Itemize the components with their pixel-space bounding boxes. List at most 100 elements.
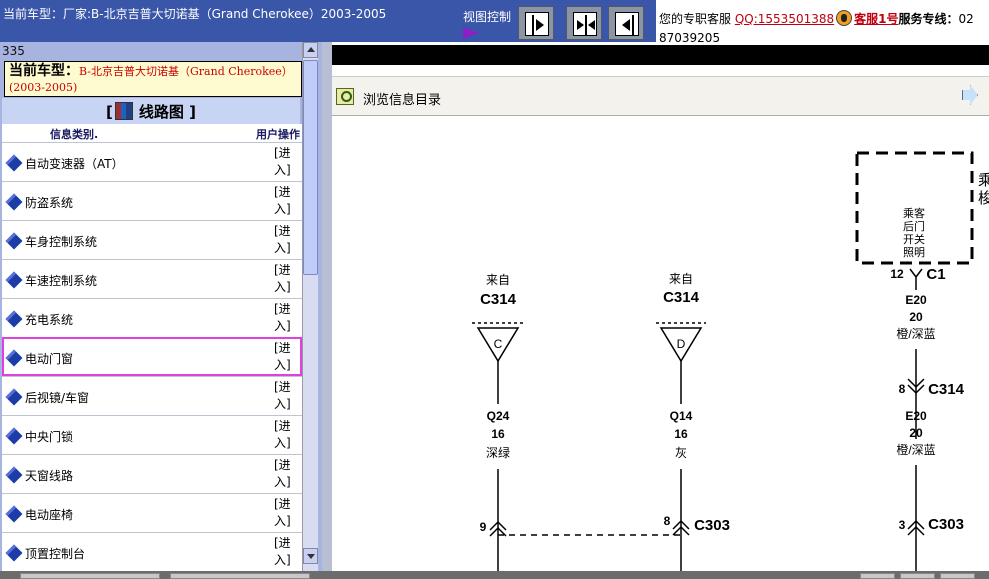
view-split-button[interactable]	[566, 6, 602, 40]
circuit-q14: Q14	[670, 409, 693, 423]
column-header-action: 用户操作	[256, 128, 300, 141]
enter-link[interactable]: [进入]	[274, 262, 294, 296]
list-item-label[interactable]: 电动门窗	[25, 350, 73, 367]
enter-link[interactable]: [进入]	[274, 535, 294, 569]
circuit-q24: Q24	[487, 409, 510, 423]
list-item[interactable]: 顶置控制台 [进入]	[2, 532, 302, 571]
list-item-label[interactable]: 电动座椅	[25, 506, 73, 523]
bullet-diamond-icon	[5, 271, 23, 289]
vertical-scrollbar[interactable]	[302, 42, 318, 579]
component-line-3: 开关	[903, 232, 925, 246]
gauge-e20-b: 20	[909, 426, 923, 440]
bullet-diamond-icon	[5, 427, 23, 445]
top-bar: 当前车型：厂家:B-北京吉普大切诺基（Grand Cherokee）2003-2…	[0, 0, 989, 45]
scroll-down-button[interactable]	[303, 548, 318, 564]
view-control: 视图控制	[460, 0, 656, 42]
connector-pin-c: C	[494, 337, 503, 351]
books-icon	[114, 102, 133, 120]
component-line-2: 后门	[903, 219, 925, 233]
section-header: [线路图 ]	[2, 98, 300, 124]
forward-arrow-icon[interactable]	[962, 85, 978, 105]
scroll-thumb[interactable]	[303, 60, 318, 275]
bullet-diamond-icon	[5, 544, 23, 562]
connector-c303-right: C303	[928, 516, 964, 533]
qq-penguin-icon[interactable]	[836, 10, 853, 26]
component-line-1: 乘客	[903, 206, 925, 220]
enter-link[interactable]: [进入]	[274, 418, 294, 452]
wire-color-q14: 灰	[675, 446, 687, 460]
list-item[interactable]: 后视镜/车窗 [进入]	[2, 376, 302, 415]
connector-c303-mid: C303	[694, 517, 730, 534]
bottom-tab-1[interactable]	[20, 573, 160, 579]
connector-pin-d: D	[677, 337, 686, 351]
list-item-label[interactable]: 天窗线路	[25, 467, 73, 484]
cavity-8: 8	[664, 514, 671, 528]
wire-color-e20-a: 橙/深蓝	[896, 326, 935, 341]
category-list: 信息类别. 用户操作 自动变速器（AT） [进入] 防盗系统 [进入] 车身控制系统 [进…	[2, 124, 302, 579]
list-item[interactable]: 中央门锁 [进入]	[2, 415, 302, 454]
right-panel: 浏览信息目录 来自 C314 C Q24 16 深绿 9 来自 C314 D Q	[332, 42, 989, 579]
list-item-label[interactable]: 车身控制系统	[25, 233, 97, 250]
list-item-label[interactable]: 后视镜/车窗	[25, 389, 89, 406]
list-item[interactable]: 电动门窗 [进入]	[2, 337, 302, 376]
list-item-label[interactable]: 自动变速器（AT）	[25, 155, 124, 172]
hotline-number: 02	[958, 12, 974, 26]
edge-text-2: 梭	[978, 189, 989, 207]
top-black-bar	[332, 45, 989, 65]
enter-link[interactable]: [进入]	[274, 496, 294, 530]
panel-splitter[interactable]	[322, 42, 332, 579]
bottom-tab-3[interactable]	[860, 573, 895, 579]
connector-c314-right: C314	[928, 381, 965, 398]
source-connector-mid: C314	[663, 289, 700, 306]
list-item[interactable]: 充电系统 [进入]	[2, 298, 302, 337]
enter-link[interactable]: [进入]	[274, 145, 294, 179]
pin-12: 12	[890, 267, 904, 281]
play-arrow-icon	[463, 27, 479, 39]
enter-link[interactable]: [进入]	[274, 223, 294, 257]
circuit-e20-a: E20	[905, 293, 927, 307]
list-item-label[interactable]: 车速控制系统	[25, 272, 97, 289]
bottom-tab-2[interactable]	[170, 573, 310, 579]
browse-directory-icon[interactable]	[336, 88, 354, 105]
circuit-e20-b: E20	[905, 409, 927, 423]
pin-8: 8	[899, 382, 906, 396]
qq-link[interactable]: QQ:1553501388	[735, 12, 834, 26]
scroll-up-button[interactable]	[303, 42, 318, 58]
bullet-diamond-icon	[5, 154, 23, 172]
enter-link[interactable]: [进入]	[274, 379, 294, 413]
list-item-label[interactable]: 防盗系统	[25, 194, 73, 211]
list-item-label[interactable]: 充电系统	[25, 311, 73, 328]
from-label-mid: 来自	[669, 272, 693, 286]
edge-text-1: 乘	[978, 172, 989, 189]
bottom-tab-5[interactable]	[940, 573, 975, 579]
enter-link[interactable]: [进入]	[274, 184, 294, 218]
contact-prefix: 您的专职客服	[659, 12, 732, 26]
current-model-label: 当前车型：	[9, 63, 79, 79]
service-link[interactable]: 客服1号	[854, 12, 898, 26]
expand-right-icon	[525, 12, 549, 36]
list-item[interactable]: 防盗系统 [进入]	[2, 181, 302, 220]
list-item[interactable]: 天窗线路 [进入]	[2, 454, 302, 493]
gauge-q14: 16	[674, 427, 688, 441]
list-header: 信息类别. 用户操作	[2, 124, 302, 142]
bullet-diamond-icon	[5, 388, 23, 406]
enter-link[interactable]: [进入]	[274, 457, 294, 491]
wiring-diagram: 来自 C314 C Q24 16 深绿 9 来自 C314 D Q14 16 灰	[332, 117, 989, 572]
enter-link[interactable]: [进入]	[274, 301, 294, 335]
bottom-status-strip	[0, 571, 989, 579]
list-item[interactable]: 电动座椅 [进入]	[2, 493, 302, 532]
connector-c1: C1	[926, 266, 945, 283]
bottom-tab-4[interactable]	[900, 573, 935, 579]
view-expand-left-button[interactable]	[608, 6, 644, 40]
list-item[interactable]: 车速控制系统 [进入]	[2, 259, 302, 298]
source-connector-left: C314	[480, 291, 517, 308]
bullet-diamond-icon	[5, 232, 23, 250]
browse-directory-link[interactable]: 浏览信息目录	[363, 89, 441, 108]
list-item[interactable]: 自动变速器（AT） [进入]	[2, 142, 302, 181]
catalog-number: 335	[2, 44, 25, 58]
enter-link[interactable]: [进入]	[274, 340, 294, 374]
list-item-label[interactable]: 顶置控制台	[25, 545, 85, 562]
list-item-label[interactable]: 中央门锁	[25, 428, 73, 445]
view-expand-right-button[interactable]	[518, 6, 554, 40]
list-item[interactable]: 车身控制系统 [进入]	[2, 220, 302, 259]
